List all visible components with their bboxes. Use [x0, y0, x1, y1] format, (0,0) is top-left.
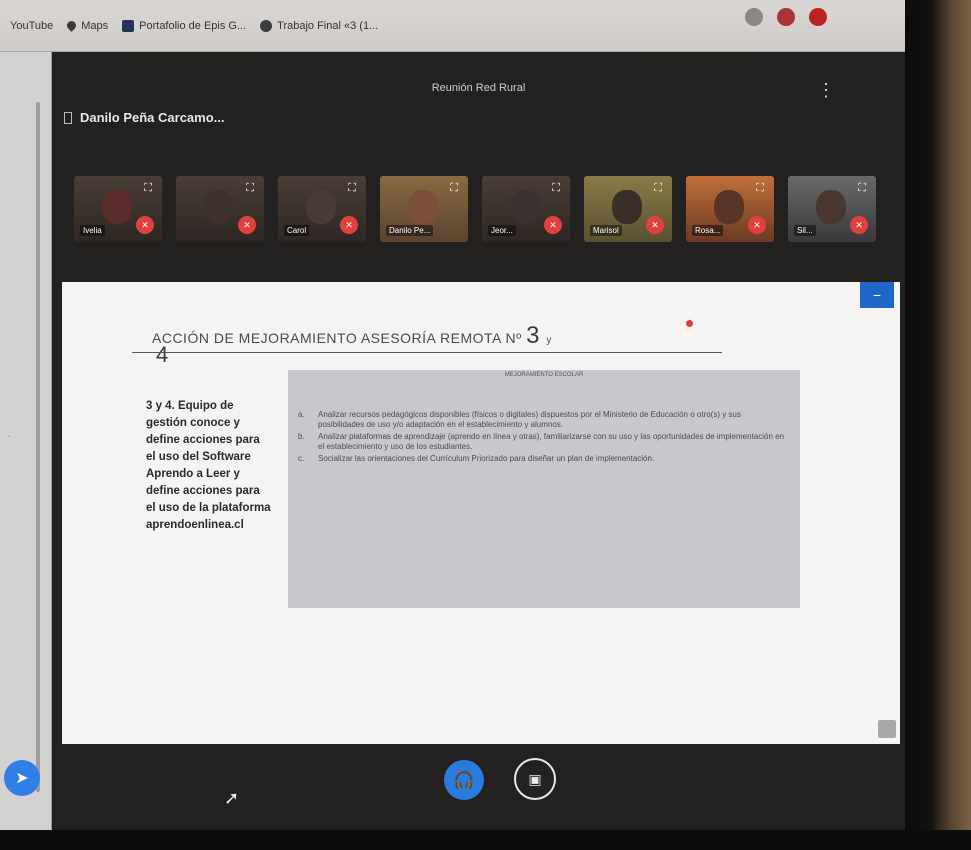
participant-video [510, 190, 540, 224]
mic-muted-icon: ✕ [340, 216, 358, 234]
participant-strip: ⛶ Ivelia ✕ ⛶ ✕ ⛶ Carol ✕ ⛶ Danilo Pe... [74, 176, 876, 248]
monitor-bezel-bottom [0, 830, 971, 850]
list-item: b. Analizar plataformas de aprendizaje (… [298, 432, 788, 452]
presentation-icon [64, 111, 72, 124]
title-underline [132, 352, 722, 353]
meeting-title: Reunión Red Rural [431, 82, 526, 94]
bookmark-maps[interactable]: Maps [65, 19, 109, 32]
map-pin-icon [65, 19, 79, 32]
expand-icon[interactable]: ⛶ [246, 182, 254, 195]
browser-extensions [745, 8, 827, 26]
bookmark-label: Trabajo Final «3 (1... [277, 19, 379, 32]
expand-icon[interactable]: ⛶ [450, 182, 458, 195]
camera-off-icon[interactable]: ▣ [514, 758, 556, 800]
slide-title-number: 3 [526, 322, 540, 349]
globe-icon [260, 19, 273, 32]
participant-tile[interactable]: ⛶ Carol ✕ [278, 176, 366, 242]
mic-muted-icon: ✕ [238, 216, 256, 234]
participant-video [612, 190, 642, 224]
participant-tile[interactable]: ⛶ Jeor... ✕ [482, 176, 570, 242]
participant-video [204, 190, 234, 224]
participant-name: Rosa... [692, 225, 724, 236]
browser-side-panel: ᐧ [0, 52, 52, 830]
expand-icon[interactable]: ⛶ [348, 182, 356, 195]
list-item-text: Analizar recursos pedagógicos disponible… [318, 410, 741, 429]
participant-name: Jeor... [488, 225, 516, 236]
mic-muted-icon: ✕ [748, 216, 766, 234]
slide-title-number-2: 4 [156, 342, 169, 367]
slide-title-text: ACCIÓN DE MEJORAMIENTO ASESORÍA REMOTA N… [152, 330, 522, 346]
more-options-icon[interactable]: ⋮ [817, 80, 835, 101]
presenter-label: Danilo Peña Carcamo... [64, 110, 225, 125]
list-marker: a. [298, 410, 305, 419]
presenter-name: Danilo Peña Carcamo... [80, 110, 225, 125]
photo-of-screen: YouTube Maps Portafolio de Epis G... Tra… [0, 0, 971, 850]
bookmark-portafolio[interactable]: Portafolio de Epis G... [122, 19, 247, 32]
expand-icon[interactable]: ⛶ [756, 182, 764, 195]
bookmark-label: Maps [81, 19, 109, 32]
participant-name: Sil... [794, 225, 816, 236]
mic-muted-icon: ✕ [136, 216, 154, 234]
pointer-dot [686, 320, 693, 327]
participant-tile[interactable]: ⛶ Marisol ✕ [584, 176, 672, 242]
slide-content-box: MEJORAMIENTO ESCOLAR a. Analizar recurso… [288, 370, 800, 608]
bookmark-label: Portafolio de Epis G... [139, 19, 247, 32]
bookmark-trabajo-final[interactable]: Trabajo Final «3 (1... [260, 19, 379, 32]
bookmark-youtube[interactable]: YouTube [10, 20, 53, 32]
send-icon[interactable]: ➤ [4, 760, 40, 796]
expand-icon[interactable]: ⛶ [858, 182, 866, 195]
minimize-presentation-button[interactable]: − [860, 282, 894, 308]
side-panel-scrollbar[interactable] [36, 102, 40, 792]
bookmarks-bar: YouTube Maps Portafolio de Epis G... Tra… [0, 0, 905, 52]
extension-icon[interactable] [777, 8, 795, 26]
mic-muted-icon: ✕ [850, 216, 868, 234]
extension-icon[interactable] [745, 8, 763, 26]
participant-name: Ivelia [80, 225, 105, 236]
slides-icon [122, 19, 135, 32]
participant-tile[interactable]: ⛶ Ivelia ✕ [74, 176, 162, 242]
side-panel-marker: ᐧ [8, 432, 11, 443]
list-marker: c. [298, 454, 305, 463]
slide-title-conjunction: y [546, 335, 552, 346]
participant-name: Danilo Pe... [386, 225, 434, 236]
participant-tile[interactable]: ⛶ Rosa... ✕ [686, 176, 774, 242]
mic-muted-icon: ✕ [646, 216, 664, 234]
monitor-bezel [905, 0, 971, 850]
participant-video [816, 190, 846, 224]
headset-icon[interactable]: 🎧 [444, 760, 484, 800]
expand-icon[interactable]: ⛶ [144, 182, 152, 195]
participant-video [102, 190, 132, 224]
participant-video [714, 190, 744, 224]
list-marker: b. [298, 432, 305, 441]
participant-video [408, 190, 438, 224]
list-item: a. Analizar recursos pedagógicos disponi… [298, 410, 788, 430]
participant-name: Carol [284, 225, 310, 236]
mouse-cursor-icon: ➚ [224, 788, 240, 808]
action-list: a. Analizar recursos pedagógicos disponi… [298, 410, 788, 466]
list-item-text: Analizar plataformas de aprendizaje (apr… [318, 432, 785, 451]
list-item: c. Socializar las orientaciones del Curr… [298, 454, 788, 464]
list-item-text: Socializar las orientaciones del Currícu… [318, 454, 655, 463]
fullscreen-icon[interactable] [878, 720, 896, 738]
profile-avatar[interactable] [809, 8, 827, 26]
slide-action-description: 3 y 4. Equipo de gestión conoce y define… [146, 400, 271, 531]
box-header: MEJORAMIENTO ESCOLAR [504, 372, 584, 378]
slide-title: ACCIÓN DE MEJORAMIENTO ASESORÍA REMOTA N… [152, 322, 552, 350]
mic-muted-icon: ✕ [544, 216, 562, 234]
participant-tile[interactable]: ⛶ Sil... ✕ [788, 176, 876, 242]
participant-tile[interactable]: ⛶ Danilo Pe... [380, 176, 468, 242]
participant-video [306, 190, 336, 224]
expand-icon[interactable]: ⛶ [654, 182, 662, 195]
participant-tile[interactable]: ⛶ ✕ [176, 176, 264, 242]
shared-presentation-slide: − ACCIÓN DE MEJORAMIENTO ASESORÍA REMOTA… [62, 282, 900, 744]
bookmark-label: YouTube [10, 19, 54, 32]
participant-name: Marisol [590, 225, 622, 236]
meeting-window: Reunión Red Rural ⋮ Danilo Peña Carcamo.… [52, 52, 905, 830]
expand-icon[interactable]: ⛶ [552, 182, 560, 195]
